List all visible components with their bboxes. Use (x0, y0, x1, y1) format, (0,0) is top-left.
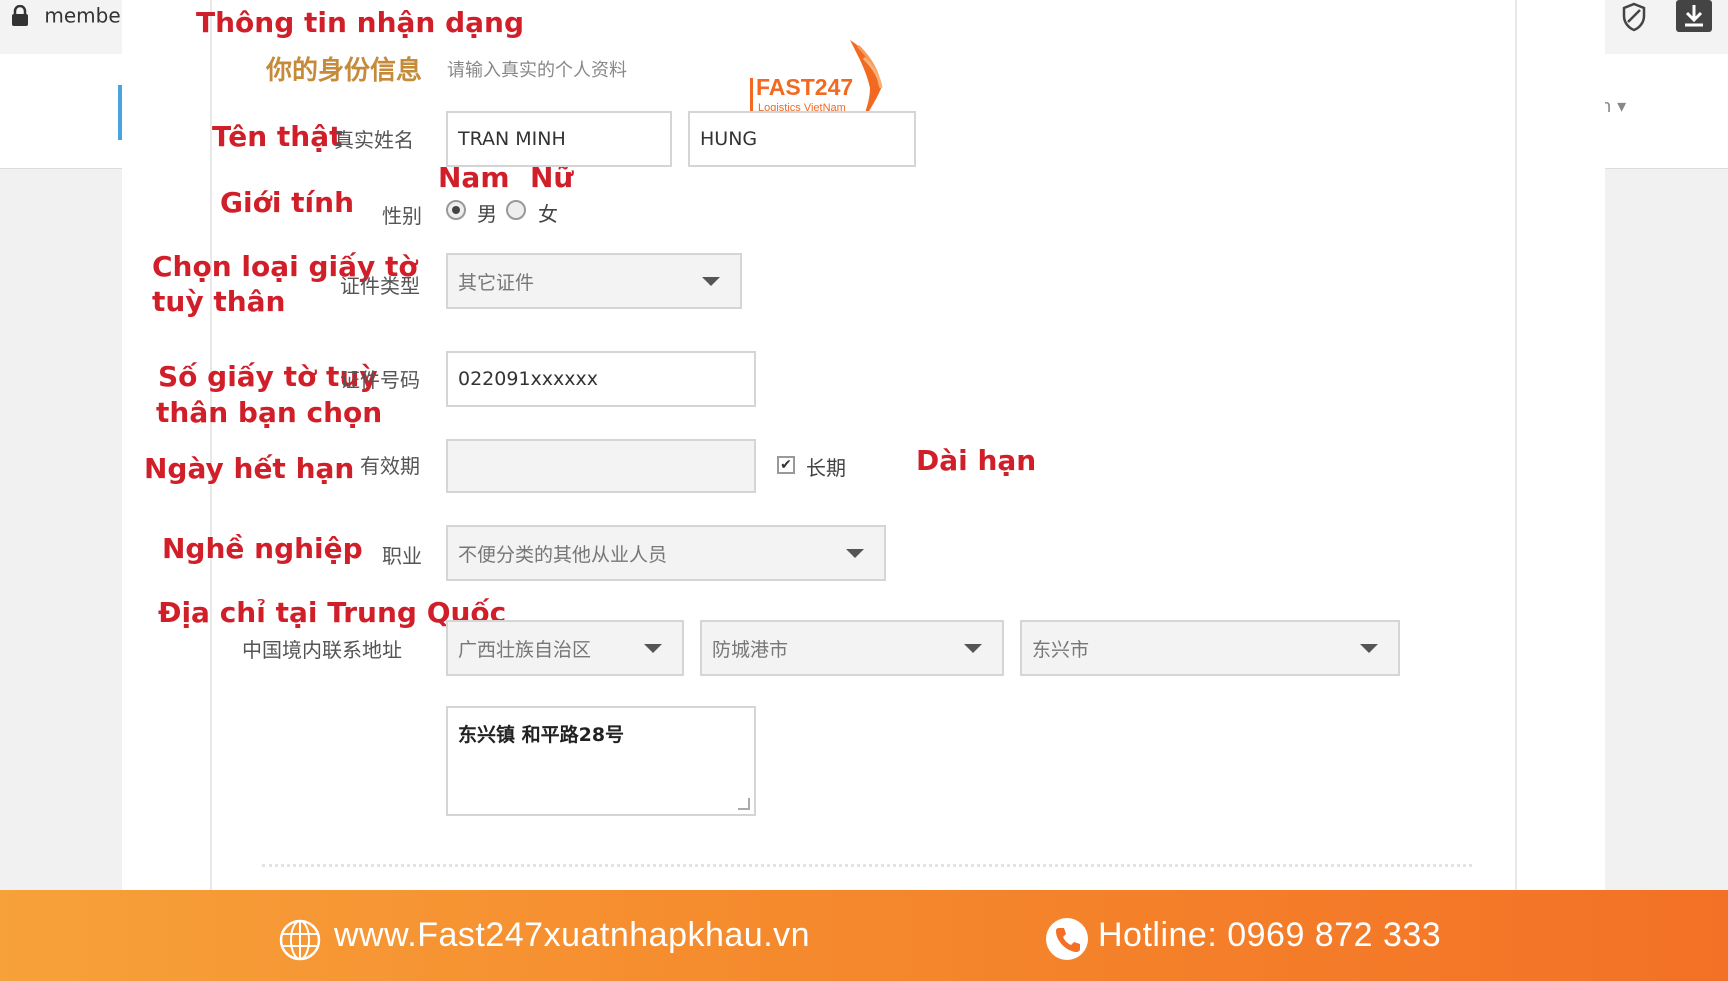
annotation-gender: Giới tính (220, 186, 355, 219)
long-term-label: 长期 (806, 456, 846, 480)
chevron-down-icon (846, 549, 864, 558)
gender-female-radio[interactable] (506, 200, 526, 220)
annotation-real-name: Tên thật (212, 120, 343, 153)
annotation-id-number-2: thân bạn chọn (156, 396, 383, 429)
district-value: 东兴市 (1032, 638, 1090, 661)
gender-female-label: 女 (538, 202, 558, 226)
panel-divider (262, 864, 1472, 867)
address-bar[interactable]: membe (10, 2, 130, 32)
footer-website[interactable]: www.Fast247xuatnhapkhau.vn (334, 916, 810, 955)
globe-icon (279, 919, 321, 961)
lock-icon (12, 4, 28, 26)
label-gender: 性别 (382, 204, 422, 228)
given-name-input[interactable]: HUNG (688, 111, 916, 167)
download-button[interactable] (1676, 0, 1712, 32)
logo-name: FAST247 (756, 74, 854, 100)
id-type-select[interactable]: 其它证件 (446, 253, 742, 309)
id-number-value: 022091xxxxxx (458, 368, 598, 390)
province-value: 广西壮族自治区 (458, 638, 592, 661)
annotation-expiry: Ngày hết hạn (144, 452, 355, 485)
chevron-down-icon (644, 644, 662, 653)
gender-male-label: 男 (477, 202, 497, 226)
label-expiry: 有效期 (360, 454, 420, 478)
chevron-down-icon (1360, 644, 1378, 653)
label-occupation: 职业 (382, 544, 422, 568)
footer-hotline[interactable]: Hotline: 0969 872 333 (1098, 916, 1441, 955)
check-icon: ✔ (780, 457, 792, 473)
expiry-input[interactable] (446, 439, 756, 493)
long-term-checkbox[interactable]: ✔ (777, 456, 795, 474)
panel-border-right (1515, 0, 1517, 890)
gender-male-radio[interactable] (446, 200, 466, 220)
given-name-value: HUNG (700, 128, 758, 150)
province-select[interactable]: 广西壮族自治区 (446, 620, 684, 676)
chevron-down-icon (702, 277, 720, 286)
district-select[interactable]: 东兴市 (1020, 620, 1400, 676)
phone-icon (1046, 918, 1088, 960)
city-select[interactable]: 防城港市 (700, 620, 1004, 676)
street-address-textarea[interactable]: 东兴镇 和平路28号 (446, 706, 756, 816)
street-address-value: 东兴镇 和平路28号 (458, 724, 625, 746)
resize-handle-icon[interactable] (738, 798, 750, 810)
label-id-type: 证件类型 (340, 274, 420, 298)
background-page-left (0, 54, 122, 169)
surname-value: TRAN MINH (458, 128, 566, 150)
download-icon (1685, 5, 1703, 27)
label-address: 中国境内联系地址 (242, 638, 402, 662)
surname-input[interactable]: TRAN MINH (446, 111, 672, 167)
logo-bar (750, 78, 753, 112)
occupation-value: 不便分类的其他从业人员 (458, 543, 668, 566)
occupation-select[interactable]: 不便分类的其他从业人员 (446, 525, 886, 581)
shield-icon[interactable] (1622, 2, 1646, 32)
id-type-value: 其它证件 (458, 271, 535, 294)
section-title: 你的身份信息 (266, 56, 423, 86)
annotation-long-term: Dài hạn (916, 444, 1037, 477)
chevron-down-icon (964, 644, 982, 653)
url-text: membe (44, 3, 121, 28)
id-number-input[interactable]: 022091xxxxxx (446, 351, 756, 407)
footer-banner (0, 890, 1728, 981)
label-id-number: 证件号码 (340, 368, 420, 392)
label-real-name: 真实姓名 (334, 128, 414, 152)
annotation-id-type-2: tuỳ thân (152, 285, 286, 318)
annotation-occupation: Nghề nghiệp (162, 532, 363, 565)
section-subtitle: 请输入真实的个人资料 (447, 60, 627, 81)
annotation-identity-info: Thông tin nhận dạng (196, 6, 525, 39)
city-value: 防城港市 (712, 638, 789, 661)
